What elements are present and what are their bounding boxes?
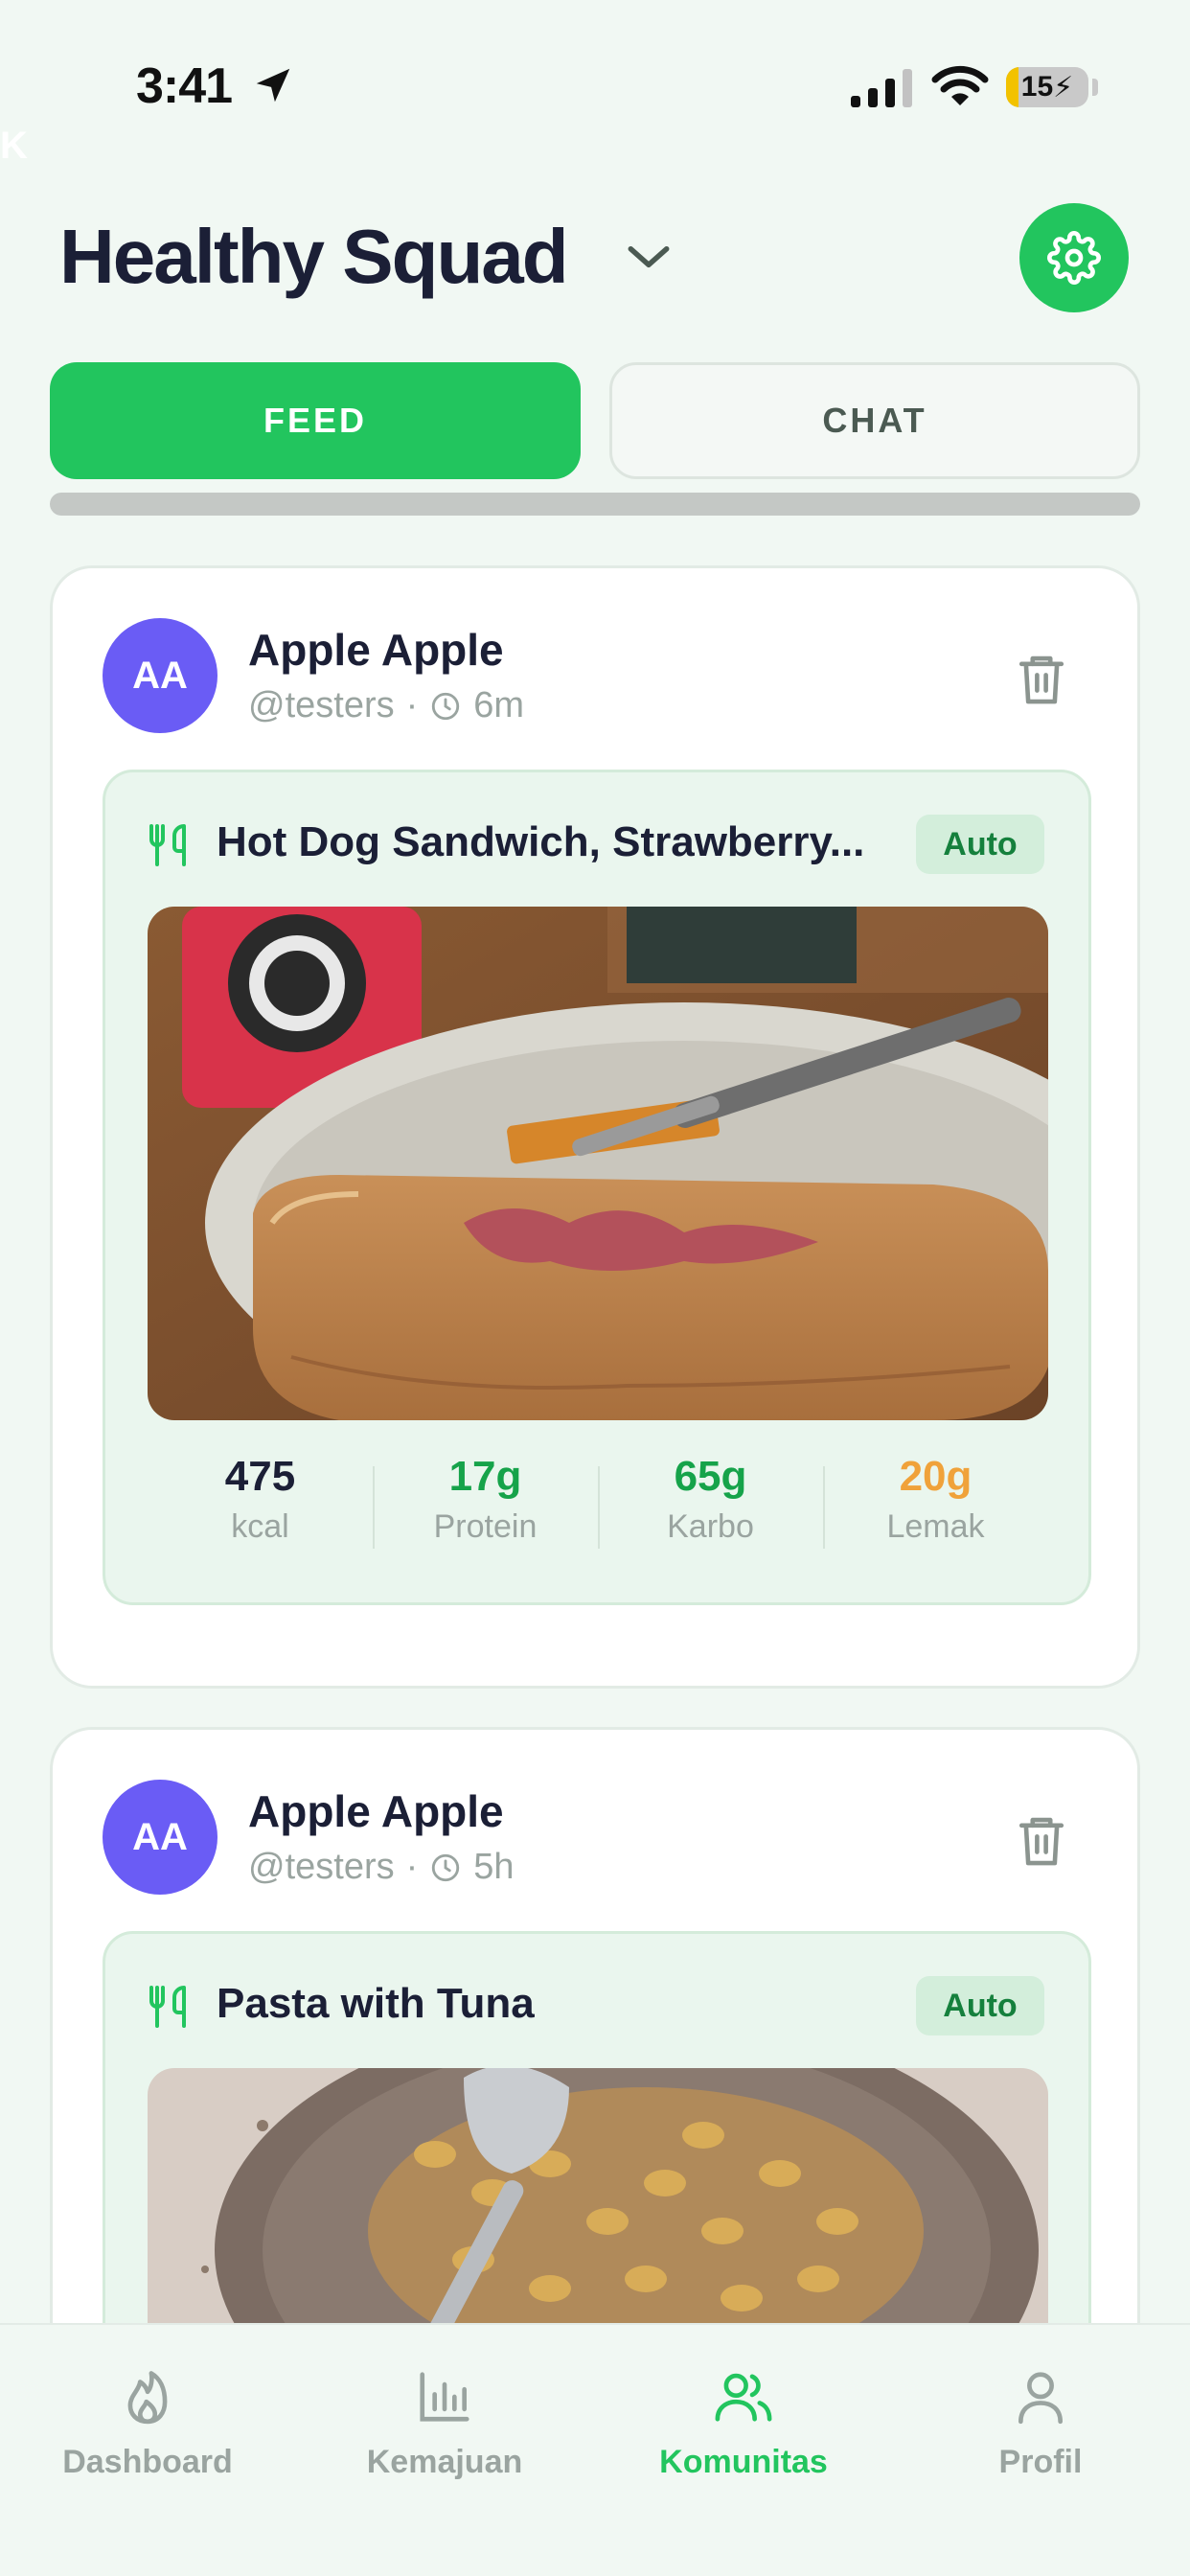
tab-chat[interactable]: CHAT bbox=[609, 362, 1140, 479]
group-title[interactable]: Healthy Squad bbox=[59, 213, 569, 301]
author-handle: @testers bbox=[248, 1847, 395, 1887]
nutrition-carbs: 65g Karbo bbox=[598, 1453, 823, 1558]
meal-name: Hot Dog Sandwich, Strawberry... bbox=[217, 818, 865, 865]
avatar[interactable]: AA bbox=[103, 618, 217, 733]
author-name[interactable]: Apple Apple bbox=[248, 1785, 504, 1837]
meta-separator: · bbox=[405, 685, 419, 725]
nutrition-value: 475 bbox=[224, 1453, 296, 1500]
battery-cap bbox=[1092, 79, 1098, 96]
bar-chart-icon bbox=[420, 2372, 469, 2422]
feed-post: AA Apple Apple @testers · 6m Hot Dog San… bbox=[50, 565, 1140, 1689]
user-icon bbox=[1018, 2372, 1063, 2425]
flame-icon bbox=[127, 2371, 168, 2425]
nutrition-kcal: 475 kcal bbox=[148, 1453, 373, 1558]
bottom-navigation: Dashboard Kemajuan Komunitas Profil bbox=[0, 2323, 1190, 2576]
tab-scroll-indicator[interactable] bbox=[50, 493, 1140, 516]
nav-kemajuan[interactable]: Kemajuan bbox=[330, 2367, 560, 2481]
hot-dog-sandwich-photo[interactable] bbox=[148, 907, 1048, 1420]
location-arrow-icon bbox=[256, 68, 290, 103]
nutrition-label: Karbo bbox=[667, 1508, 754, 1545]
nutrition-protein: 17g Protein bbox=[373, 1453, 598, 1558]
nutrition-value: 17g bbox=[448, 1453, 522, 1500]
author-name[interactable]: Apple Apple bbox=[248, 624, 504, 676]
avatar[interactable]: AA bbox=[103, 1780, 217, 1895]
nav-label: Dashboard bbox=[62, 2444, 233, 2480]
clock-icon bbox=[432, 1853, 460, 1881]
nutrition-summary: 475 kcal 17g Protein 65g Karbo 20g Lemak bbox=[148, 1453, 1048, 1558]
nav-label: Komunitas bbox=[659, 2444, 828, 2480]
nav-dashboard[interactable]: Dashboard bbox=[33, 2367, 263, 2481]
post-time: 6m bbox=[473, 685, 525, 725]
post-meta: @testers · 5h bbox=[248, 1847, 515, 1888]
battery-indicator: 15 ⚡ bbox=[1006, 67, 1088, 107]
clock-icon bbox=[432, 692, 460, 720]
nutrition-value: 20g bbox=[899, 1453, 973, 1500]
users-icon bbox=[715, 2373, 772, 2422]
nav-profil[interactable]: Profil bbox=[926, 2367, 1156, 2481]
wifi-icon bbox=[931, 65, 989, 105]
fork-knife-icon bbox=[149, 824, 186, 866]
cellular-signal-icon bbox=[851, 69, 912, 107]
auto-badge: Auto bbox=[916, 1976, 1044, 2036]
nutrition-fat: 20g Lemak bbox=[823, 1453, 1048, 1558]
post-time: 5h bbox=[473, 1847, 515, 1887]
tab-feed[interactable]: FEED bbox=[50, 362, 581, 479]
nutrition-label: Lemak bbox=[886, 1508, 985, 1545]
meta-separator: · bbox=[405, 1847, 419, 1887]
nav-komunitas[interactable]: Komunitas bbox=[629, 2367, 858, 2481]
nutrition-label: kcal bbox=[231, 1508, 289, 1545]
settings-button[interactable] bbox=[1019, 203, 1129, 312]
chevron-down-icon[interactable] bbox=[625, 238, 673, 276]
nav-label: Kemajuan bbox=[366, 2444, 523, 2480]
auto-badge: Auto bbox=[916, 815, 1044, 874]
trash-icon[interactable] bbox=[1015, 651, 1068, 708]
status-bar: 3:41 15 ⚡ K bbox=[0, 0, 1190, 167]
gear-icon bbox=[1047, 231, 1101, 285]
nutrition-label: Protein bbox=[433, 1508, 538, 1545]
fork-knife-icon bbox=[149, 1986, 186, 2028]
nav-label: Profil bbox=[998, 2444, 1083, 2480]
ghost-letter: K bbox=[0, 125, 28, 167]
trash-icon[interactable] bbox=[1015, 1812, 1068, 1870]
author-handle: @testers bbox=[248, 685, 395, 725]
nutrition-value: 65g bbox=[674, 1453, 747, 1500]
post-meta: @testers · 6m bbox=[248, 685, 524, 726]
battery-level-text: 15 ⚡ bbox=[1020, 71, 1074, 104]
meal-name: Pasta with Tuna bbox=[217, 1980, 535, 2027]
meal-card[interactable]: Hot Dog Sandwich, Strawberry... Auto 475… bbox=[103, 770, 1091, 1605]
status-time: 3:41 bbox=[136, 58, 233, 114]
